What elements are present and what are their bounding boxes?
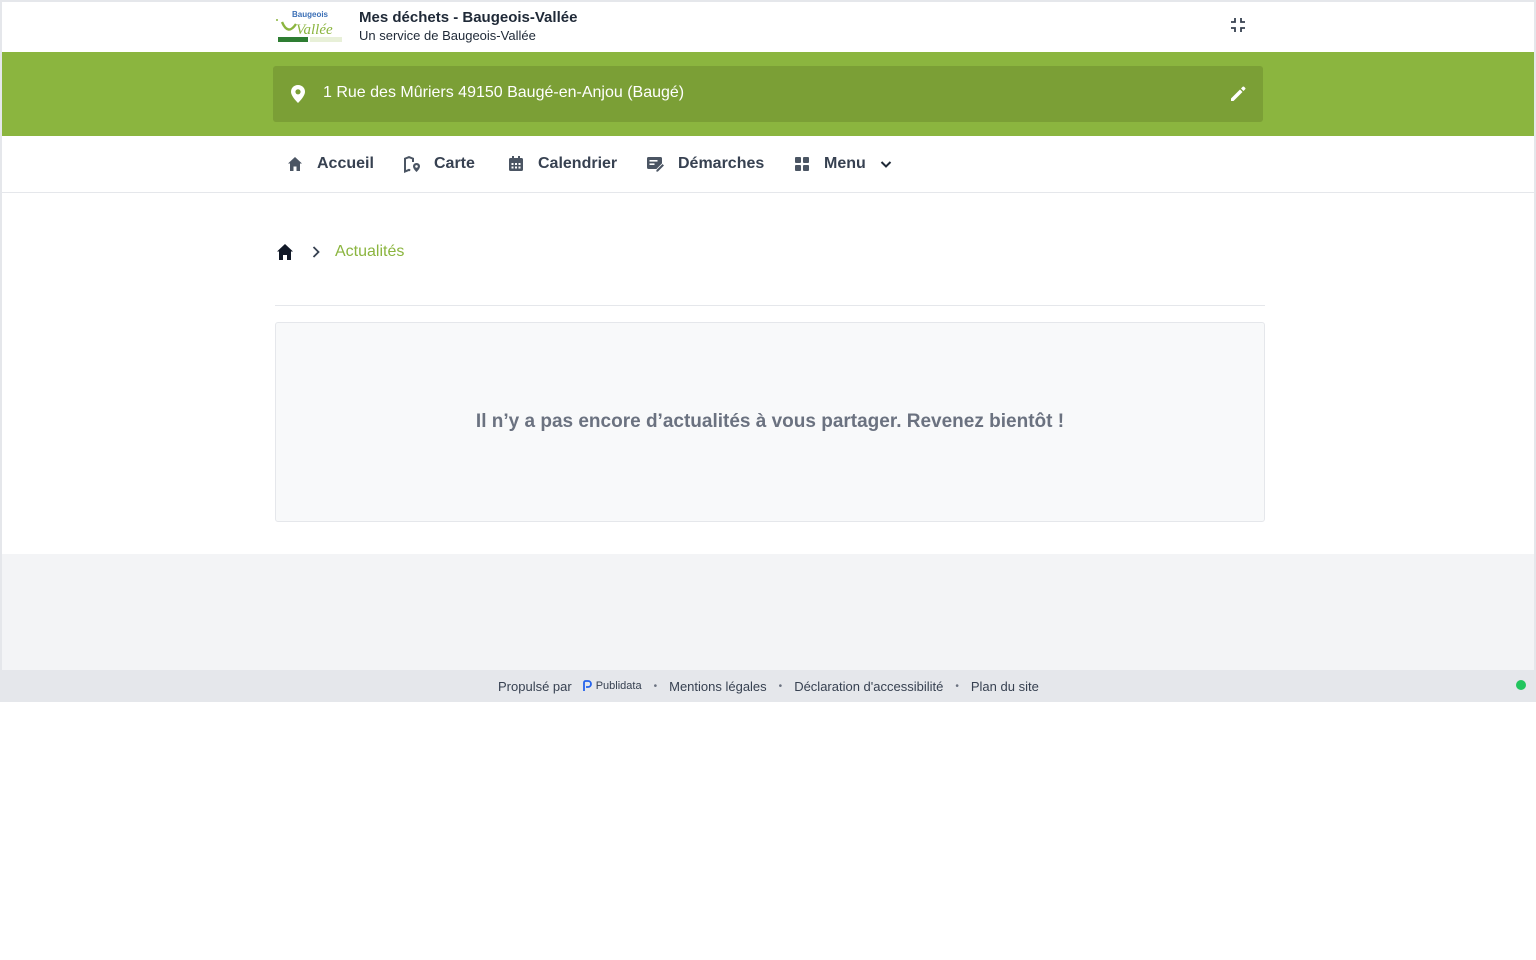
map-icon — [402, 154, 422, 174]
publidata-link[interactable]: Publidata — [582, 680, 642, 692]
footer-separator: • — [955, 680, 959, 692]
publidata-logo-icon — [582, 680, 592, 691]
status-indicator — [1516, 680, 1526, 690]
footer-link-plan-du-site[interactable]: Plan du site — [971, 679, 1039, 694]
footer-separator: • — [653, 680, 658, 692]
breadcrumb-current: Actualités — [335, 243, 405, 260]
nav-item-demarches[interactable]: Démarches — [646, 136, 764, 192]
form-edit-icon — [646, 154, 666, 174]
nav-label: Carte — [434, 155, 475, 172]
address-band: 1 Rue des Mûriers 49150 Baugé-en-Anjou (… — [2, 52, 1534, 136]
nav-item-calendrier[interactable]: Calendrier — [506, 136, 617, 192]
svg-text:Baugeois: Baugeois — [292, 10, 329, 19]
breadcrumb: Actualités — [275, 240, 404, 264]
footer-link-accessibilite[interactable]: Déclaration d'accessibilité — [794, 679, 943, 694]
divider — [275, 305, 1265, 306]
svg-text:Vallée: Vallée — [296, 22, 333, 38]
nav-label: Accueil — [317, 155, 374, 172]
site-subtitle: Un service de Baugeois-Vallée — [359, 28, 536, 43]
address-text: 1 Rue des Mûriers 49150 Baugé-en-Anjou (… — [323, 84, 685, 101]
home-icon — [285, 154, 305, 174]
empty-message: Il n’y a pas encore d’actualités à vous … — [475, 411, 1065, 432]
nav-label: Menu — [824, 155, 866, 172]
collapse-icon — [1230, 17, 1246, 33]
map-pin-icon — [289, 84, 307, 104]
nav-item-carte[interactable]: Carte — [402, 136, 475, 192]
footer-link-mentions-legales[interactable]: Mentions légales — [669, 679, 767, 694]
chevron-down-icon — [878, 156, 894, 172]
footer: Propulsé par Publidata • Mentions légale… — [0, 670, 1536, 702]
nav-item-menu[interactable]: Menu — [792, 136, 894, 192]
collapse-button[interactable] — [1226, 13, 1250, 37]
powered-by-label: Propulsé par — [498, 678, 572, 694]
top-bar — [2, 2, 1534, 52]
publidata-label: Publidata — [595, 680, 642, 692]
home-icon[interactable] — [275, 242, 295, 262]
site-title: Mes déchets - Baugeois-Vallée — [359, 9, 578, 26]
nav-label: Démarches — [678, 155, 765, 172]
footer-separator: • — [778, 680, 783, 692]
nav-item-accueil[interactable]: Accueil — [285, 136, 374, 192]
news-empty-state: Il n’y a pas encore d’actualités à vous … — [275, 322, 1265, 522]
chevron-right-icon — [309, 245, 323, 259]
footer-spacer — [2, 554, 1534, 670]
calendar-icon — [506, 154, 526, 174]
grid-icon — [792, 154, 812, 174]
nav-label: Calendrier — [538, 155, 618, 172]
main-nav: Accueil Carte Calendrier Démarches Menu — [2, 136, 1534, 193]
logo[interactable]: Baugeois Vallée — [274, 8, 346, 44]
address-selector[interactable]: 1 Rue des Mûriers 49150 Baugé-en-Anjou (… — [273, 66, 1263, 122]
pencil-icon[interactable] — [1227, 83, 1249, 105]
